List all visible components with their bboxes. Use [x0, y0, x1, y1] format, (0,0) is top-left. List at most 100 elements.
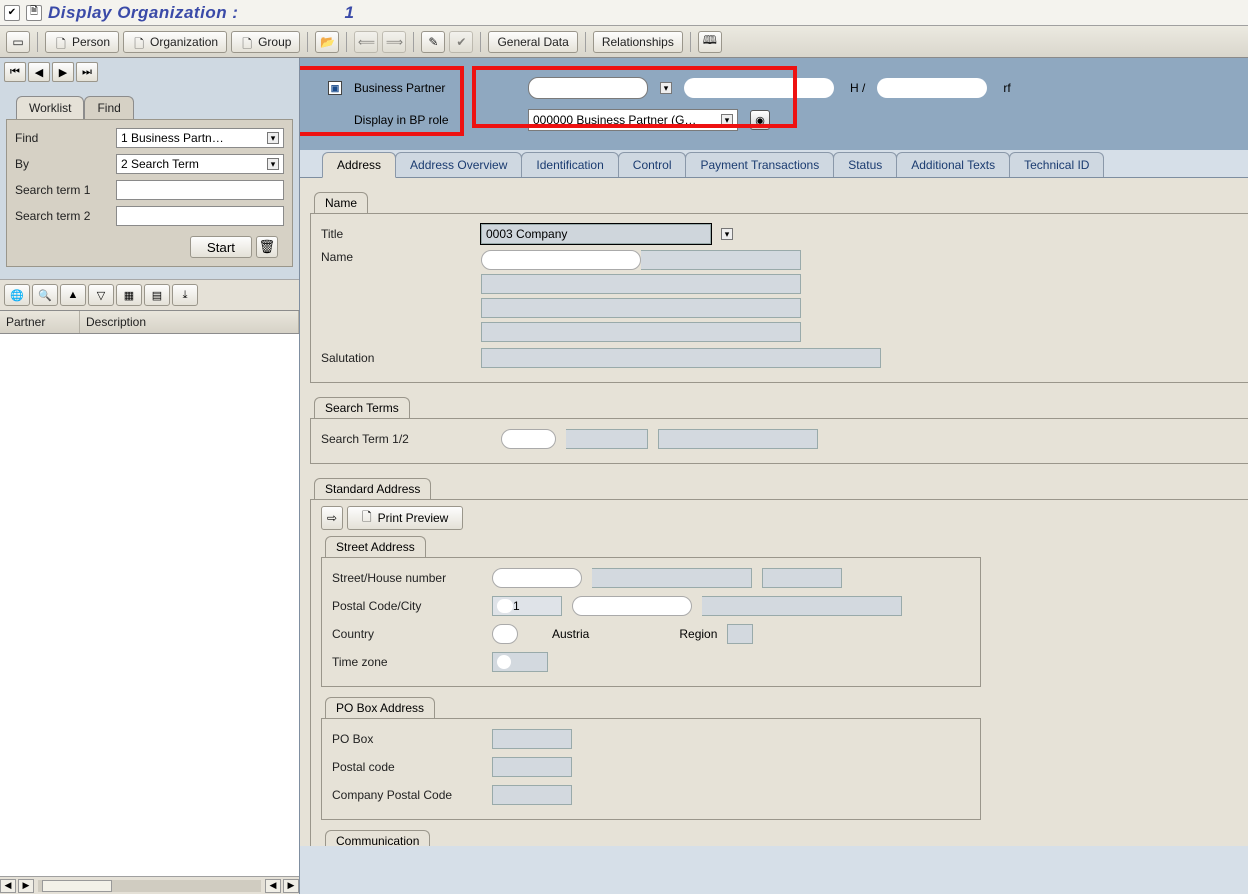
name-field-label: Name [321, 250, 471, 264]
main-toolbar: ▭ 🗋Person 🗋Organization 🗋Group 📂 ⟸ ⟹ ✎ ✔… [0, 26, 1248, 58]
bp-number-field[interactable] [528, 77, 648, 99]
group-button[interactable]: 🗋Group [231, 31, 300, 53]
check-icon: ✔ [449, 31, 473, 53]
company-postal-field[interactable] [492, 785, 572, 805]
dropdown-icon: ▾ [267, 158, 279, 170]
overview-icon[interactable]: 🕮 [698, 31, 722, 53]
name-field-2[interactable] [481, 274, 801, 294]
postal-code-field[interactable]: 1 [492, 596, 562, 616]
scroll-track[interactable] [38, 880, 261, 892]
salutation-field[interactable] [481, 348, 881, 368]
relationships-button[interactable]: Relationships [593, 31, 683, 53]
toggle-display-icon[interactable]: ◉ [750, 110, 770, 130]
first-icon[interactable]: ⏮ [4, 62, 26, 82]
street-field[interactable] [492, 568, 582, 588]
tab-additional-texts[interactable]: Additional Texts [896, 152, 1010, 177]
search-term-1-ext[interactable] [566, 429, 648, 449]
menu-icon[interactable]: ▭ [6, 31, 30, 53]
timezone-field[interactable] [492, 652, 548, 672]
search-term-1-field[interactable] [501, 429, 556, 449]
tab-control[interactable]: Control [618, 152, 687, 177]
right-tabstrip: Address Address Overview Identification … [300, 150, 1248, 178]
group-standard-address-title: Standard Address [314, 478, 431, 499]
group-label: Group [258, 35, 291, 49]
street-ext-field[interactable] [592, 568, 752, 588]
organization-button[interactable]: 🗋Organization [123, 31, 227, 53]
timezone-mask [497, 655, 511, 669]
tab-address[interactable]: Address [322, 152, 396, 178]
bp-role-value: 000000 Business Partner (G… [533, 113, 696, 127]
tab-address-overview[interactable]: Address Overview [395, 152, 522, 177]
tab-payment-transactions[interactable]: Payment Transactions [685, 152, 834, 177]
scroll-right-icon[interactable]: ▶ [18, 879, 34, 893]
bp-label: Business Partner [354, 81, 464, 95]
last-icon[interactable]: ⏭ [76, 62, 98, 82]
group-pobox-title: PO Box Address [325, 697, 435, 718]
tab-worklist[interactable]: Worklist [16, 96, 84, 119]
main-container: ⏮ ◀ ▶ ⏭ Worklist Find Find 1 Business Pa… [0, 58, 1248, 894]
name-field-1[interactable] [481, 250, 641, 270]
toolbar-separator [37, 32, 38, 52]
pobox-postal-field[interactable] [492, 757, 572, 777]
find-select[interactable]: 1 Business Partn… ▾ [116, 128, 284, 148]
tab-technical-id[interactable]: Technical ID [1009, 152, 1104, 177]
scroll-left-icon[interactable]: ◀ [0, 879, 16, 893]
partner-column-header[interactable]: Partner [0, 311, 80, 333]
toolbar-separator [585, 32, 586, 52]
filter-icon[interactable]: ▽ [88, 284, 114, 306]
house-number-field[interactable] [762, 568, 842, 588]
group-name: Name Title 0003 Company ▾ Name [310, 192, 1248, 383]
sort-asc-icon[interactable]: ▲ [60, 284, 86, 306]
city-ext-field[interactable] [702, 596, 902, 616]
pobox-field[interactable] [492, 729, 572, 749]
search-term-2-field[interactable] [658, 429, 818, 449]
name-field-1b[interactable] [641, 250, 801, 270]
left-horizontal-scrollbar[interactable]: ◀ ▶ ◀ ▶ [0, 876, 299, 894]
postal-code-value: 1 [513, 599, 520, 613]
bp-role-select[interactable]: 000000 Business Partner (G… ▾ [528, 109, 738, 131]
layout-icon[interactable]: ▤ [144, 284, 170, 306]
start-button[interactable]: Start [190, 236, 252, 258]
search-term-1-input[interactable] [116, 180, 284, 200]
general-data-button[interactable]: General Data [488, 31, 577, 53]
open-folder-icon[interactable]: 📂 [315, 31, 339, 53]
scroll-left-icon[interactable]: ◀ [265, 879, 281, 893]
by-select[interactable]: 2 Search Term ▾ [116, 154, 284, 174]
title-field-label: Title [321, 227, 471, 241]
assign-address-icon[interactable]: ⇨ [321, 506, 343, 530]
description-column-header[interactable]: Description [80, 311, 299, 333]
find-icon[interactable]: 🔍 [32, 284, 58, 306]
prev-icon[interactable]: ◀ [28, 62, 50, 82]
next-icon[interactable]: ▶ [52, 62, 74, 82]
export-icon[interactable]: ⤓ [172, 284, 198, 306]
scroll-right-icon[interactable]: ▶ [283, 879, 299, 893]
column-icon[interactable]: ▦ [116, 284, 142, 306]
toolbar-separator [690, 32, 691, 52]
scroll-thumb[interactable] [42, 880, 112, 892]
region-field[interactable] [727, 624, 753, 644]
print-preview-label: Print Preview [378, 511, 449, 525]
tab-status[interactable]: Status [833, 152, 897, 177]
street-label: Street/House number [332, 571, 482, 585]
city-field[interactable] [572, 596, 692, 616]
name-field-3[interactable] [481, 298, 801, 318]
country-code-field[interactable] [492, 624, 518, 644]
print-preview-button[interactable]: 🗋 Print Preview [347, 506, 463, 530]
value-help-icon[interactable]: ▾ [660, 82, 672, 94]
tab-identification[interactable]: Identification [521, 152, 618, 177]
bp-role-label: Display in BP role [354, 113, 464, 127]
dropdown-icon[interactable]: ▾ [721, 228, 733, 240]
search-term-2-label: Search term 2 [15, 209, 110, 223]
tab-find[interactable]: Find [84, 96, 133, 119]
person-button[interactable]: 🗋Person [45, 31, 119, 53]
search-term-2-input[interactable] [116, 206, 284, 226]
postal-city-label: Postal Code/City [332, 599, 482, 613]
right-panel: ▣ Business Partner ▾ H / rf Display in B… [300, 58, 1248, 894]
window-title-bar: ✔ 🗎 Display Organization : 1 [0, 0, 1248, 26]
title-select[interactable]: 0003 Company [481, 224, 711, 244]
name-field-4[interactable] [481, 322, 801, 342]
edit-icon[interactable]: ✎ [421, 31, 445, 53]
refresh-icon[interactable]: 🌐 [4, 284, 30, 306]
trash-icon[interactable]: 🗑 [256, 236, 278, 258]
find-panel: Find 1 Business Partn… ▾ By 2 Search Ter… [6, 119, 293, 267]
